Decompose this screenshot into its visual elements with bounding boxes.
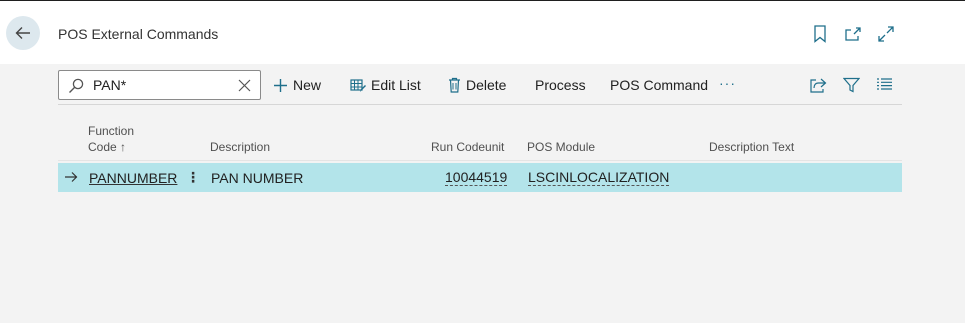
- open-new-window-icon[interactable]: [844, 25, 862, 43]
- expand-icon[interactable]: [877, 25, 895, 43]
- run-codeunit-cell[interactable]: 10044519: [445, 170, 508, 186]
- delete-button[interactable]: Delete: [448, 77, 506, 93]
- process-label: Process: [535, 77, 586, 93]
- list-view-button[interactable]: [876, 77, 893, 91]
- pos-command-label: POS Command: [610, 77, 709, 93]
- more-options-label: ···: [719, 75, 736, 91]
- page-title: POS External Commands: [58, 26, 219, 42]
- more-options-button[interactable]: ···: [719, 75, 736, 91]
- share-button[interactable]: [810, 77, 827, 93]
- description-cell: PAN NUMBER: [211, 170, 304, 186]
- page-header: POS External Commands: [0, 1, 965, 64]
- data-grid: Function Code ↑ Description Run Codeunit…: [58, 113, 902, 192]
- plus-icon: [274, 78, 287, 92]
- back-button[interactable]: [6, 16, 40, 50]
- column-header-function-code-line1: Function: [88, 124, 135, 138]
- column-header-function-code[interactable]: Function Code ↑: [88, 123, 134, 155]
- column-header-function-code-line2: Code ↑: [88, 140, 127, 154]
- edit-list-icon: [350, 78, 366, 92]
- column-header-description[interactable]: Description: [210, 139, 270, 155]
- filter-button[interactable]: [843, 77, 860, 93]
- list-icon: [877, 78, 892, 90]
- search-input[interactable]: [93, 76, 233, 94]
- search-icon: [69, 78, 84, 93]
- grid-header: Function Code ↑ Description Run Codeunit…: [58, 113, 902, 161]
- share-icon: [810, 78, 827, 93]
- trash-icon: [449, 77, 460, 93]
- close-icon[interactable]: [238, 79, 251, 92]
- new-label: New: [293, 77, 322, 93]
- column-header-pos-module[interactable]: POS Module: [527, 139, 595, 155]
- column-header-run-codeunit[interactable]: Run Codeunit: [431, 139, 504, 155]
- search-box[interactable]: [58, 70, 261, 100]
- edit-list-label: Edit List: [371, 77, 421, 93]
- edit-list-button[interactable]: Edit List: [350, 77, 421, 93]
- pos-module-cell[interactable]: LSCINLOCALIZATION: [528, 170, 670, 186]
- arrow-right-icon: [65, 172, 78, 182]
- filter-icon: [843, 77, 860, 93]
- action-bar: New Edit List Delete Process POS Command…: [58, 69, 902, 105]
- function-code-link[interactable]: PANNUMBER: [89, 170, 177, 186]
- delete-label: Delete: [466, 77, 507, 93]
- row-menu-button[interactable]: ⋮: [186, 169, 200, 186]
- pos-command-menu[interactable]: POS Command: [610, 77, 708, 93]
- arrow-left-icon: [15, 27, 30, 39]
- table-row[interactable]: PANNUMBER ⋮ PAN NUMBER 10044519 LSCINLOC…: [58, 163, 902, 192]
- column-header-description-text[interactable]: Description Text: [709, 139, 794, 155]
- process-menu[interactable]: Process: [535, 77, 586, 93]
- bookmark-icon[interactable]: [811, 25, 829, 43]
- new-button[interactable]: New: [273, 77, 321, 93]
